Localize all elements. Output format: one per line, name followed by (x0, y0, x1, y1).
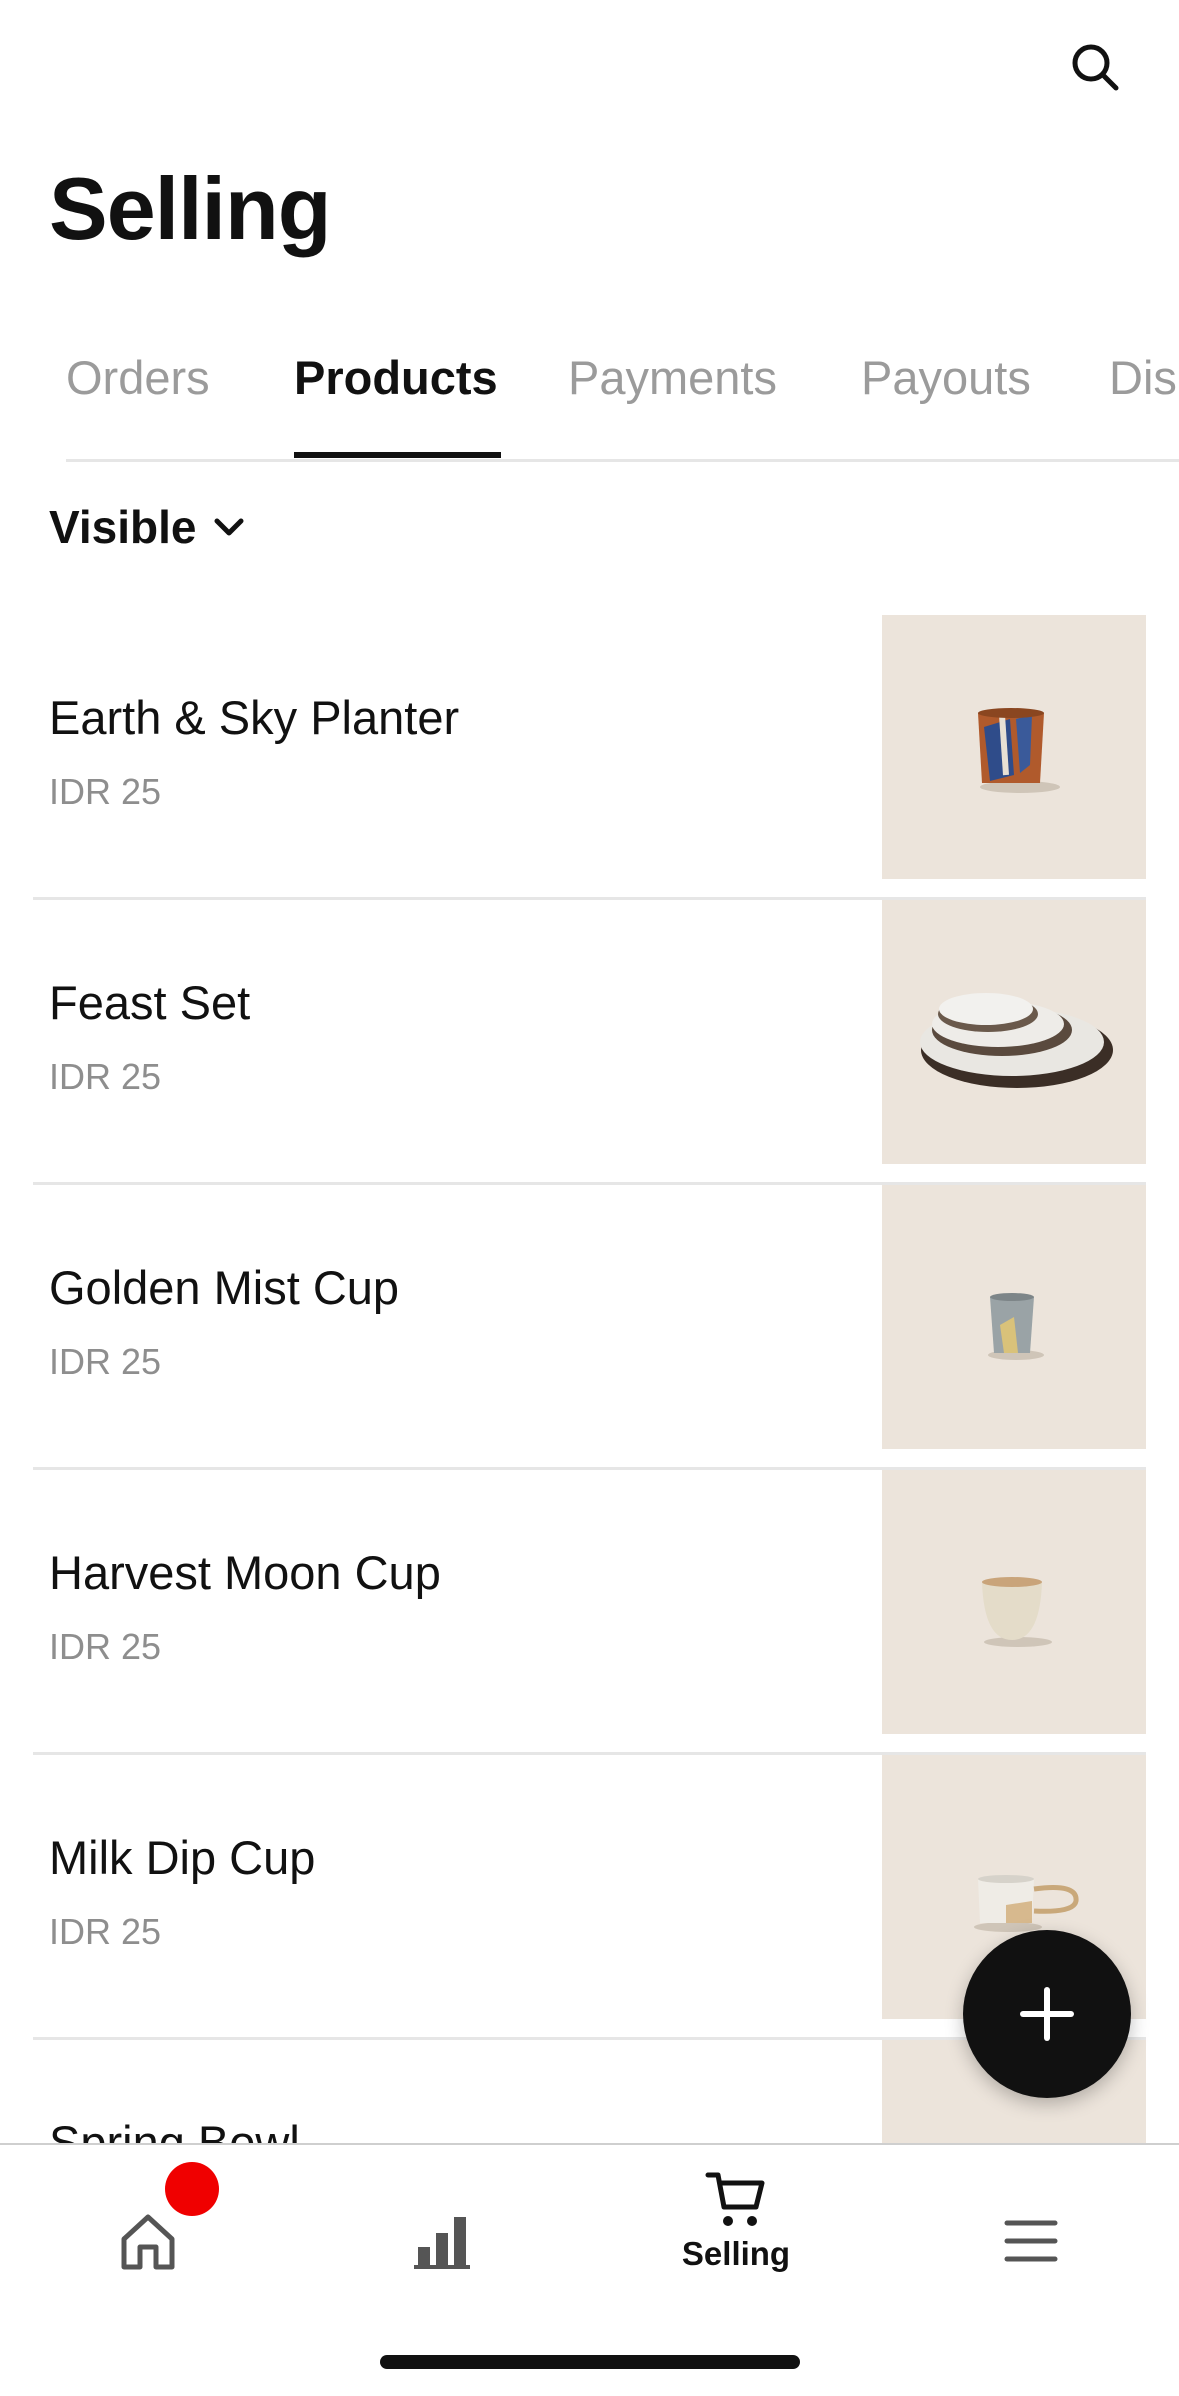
product-name: Spring Bowl (49, 2116, 300, 2143)
tab-payments[interactable]: Payments (568, 350, 777, 405)
tab-discounts[interactable]: Dis (1109, 350, 1177, 405)
tab-products[interactable]: Products (294, 350, 498, 405)
product-list: Earth & Sky Planter IDR 25 Feast Set IDR… (0, 615, 1179, 2143)
tab-bar: Orders Products Payments Payouts Dis (66, 338, 1179, 462)
product-name: Feast Set (49, 976, 251, 1029)
menu-icon (1004, 2220, 1058, 2262)
nav-analytics[interactable] (362, 2167, 522, 2307)
planter-image (978, 708, 1060, 793)
product-thumbnail (882, 1185, 1146, 1449)
cup-image (982, 1577, 1052, 1647)
product-name: Milk Dip Cup (49, 1831, 316, 1884)
nav-selling[interactable]: Selling (656, 2167, 816, 2307)
active-tab-indicator (294, 452, 501, 458)
product-price: IDR 25 (49, 1056, 162, 1097)
search-button[interactable] (1060, 32, 1130, 102)
product-price: IDR 25 (49, 1911, 162, 1952)
plus-icon (1020, 1987, 1074, 2041)
nav-selling-label: Selling (681, 2235, 791, 2272)
product-row[interactable]: Feast Set IDR 25 (33, 900, 1146, 1185)
cup-image (988, 1293, 1044, 1360)
product-price: IDR 25 (49, 771, 162, 812)
product-row[interactable]: Golden Mist Cup IDR 25 (33, 1185, 1146, 1470)
search-icon (1072, 44, 1119, 91)
product-thumbnail (882, 900, 1146, 1164)
product-name: Earth & Sky Planter (49, 691, 460, 744)
product-thumbnail (882, 1470, 1146, 1734)
product-price: IDR 25 (49, 1341, 162, 1382)
tab-orders[interactable]: Orders (66, 350, 210, 405)
add-product-button[interactable] (963, 1930, 1131, 2098)
product-name: Golden Mist Cup (49, 1261, 400, 1314)
product-thumbnail (882, 615, 1146, 879)
nav-menu[interactable] (951, 2167, 1111, 2307)
cart-icon (705, 2172, 765, 2226)
top-bar (0, 0, 1179, 140)
home-indicator (380, 2355, 800, 2369)
visibility-filter[interactable]: Visible (49, 500, 248, 554)
filter-label: Visible (49, 501, 197, 553)
home-icon (121, 2214, 175, 2270)
product-name: Harvest Moon Cup (49, 1546, 441, 1599)
notification-badge (165, 2162, 219, 2216)
product-row[interactable]: Harvest Moon Cup IDR 25 (33, 1470, 1146, 1755)
product-row[interactable]: Earth & Sky Planter IDR 25 (33, 615, 1146, 900)
chevron-down-icon (214, 518, 244, 536)
page-title: Selling (49, 159, 331, 258)
plates-image (920, 993, 1113, 1088)
analytics-icon (414, 2217, 470, 2269)
tab-payouts[interactable]: Payouts (861, 350, 1031, 405)
product-price: IDR 25 (49, 1626, 162, 1667)
